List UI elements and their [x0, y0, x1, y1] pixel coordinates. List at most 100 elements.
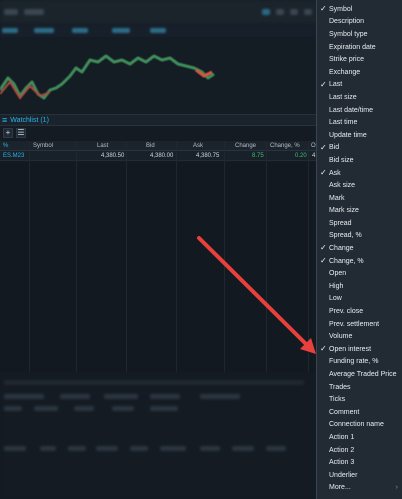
menu-item-expiration-date[interactable]: Expiration date — [317, 41, 402, 54]
menu-item-label: Comment — [329, 408, 360, 416]
menu-item-average-traded-price[interactable]: Average Traded Price — [317, 368, 402, 381]
menu-item-label: Funding rate, % — [329, 358, 379, 366]
column-header-change[interactable]: Change — [235, 142, 256, 150]
menu-item-change[interactable]: ✓ Change, % — [317, 255, 402, 268]
menu-item-action-2[interactable]: Action 2 — [317, 444, 402, 457]
watchlist-toolbar: + ☰ — [0, 126, 318, 140]
menu-item-bid[interactable]: ✓ Bid — [317, 142, 402, 155]
column-divider — [29, 141, 30, 372]
top-toolbar-blurred — [0, 0, 318, 24]
menu-item-connection-name[interactable]: Connection name — [317, 419, 402, 432]
menu-item-last-size[interactable]: Last size — [317, 91, 402, 104]
menu-item-strike-price[interactable]: Strike price — [317, 53, 402, 66]
checkmark-icon: ✓ — [320, 79, 327, 89]
row-last: 4,380.50 — [101, 153, 125, 159]
menu-item-open[interactable]: Open — [317, 267, 402, 280]
menu-item-label: Underlier — [329, 471, 358, 479]
menu-item-description[interactable]: Description — [317, 16, 402, 29]
menu-item-label: Last date/time — [329, 106, 373, 114]
column-header-symbol[interactable]: Symbol — [33, 142, 53, 150]
column-divider — [308, 141, 309, 372]
menu-item-action-3[interactable]: Action 3 — [317, 456, 402, 469]
menu-item-label: Change, % — [329, 257, 364, 265]
menu-item-label: Update time — [329, 131, 367, 139]
menu-item-spread[interactable]: Spread, % — [317, 230, 402, 243]
menu-item-prev-settlement[interactable]: Prev. settlement — [317, 318, 402, 331]
menu-item-ticks[interactable]: Ticks — [317, 393, 402, 406]
column-divider — [176, 141, 177, 372]
menu-item-funding-rate[interactable]: Funding rate, % — [317, 356, 402, 369]
column-header-last[interactable]: Last — [97, 142, 108, 150]
column-header-open[interactable]: O — [311, 142, 316, 150]
watchlist-table-header: % Symbol Last Bid Ask Change Change, % O — [0, 141, 318, 151]
chevron-right-icon: › — [395, 484, 398, 492]
menu-item-bid-size[interactable]: Bid size — [317, 154, 402, 167]
price-chart-blurred — [0, 38, 318, 114]
menu-item-label: Action 2 — [329, 446, 355, 454]
menu-item-ask[interactable]: ✓ Ask — [317, 167, 402, 180]
menu-item-last[interactable]: ✓ Last — [317, 79, 402, 92]
watchlist-icon: ≡ — [2, 114, 8, 125]
menu-item-symbol-type[interactable]: Symbol type — [317, 28, 402, 41]
menu-item-label: Ask — [329, 169, 341, 177]
menu-item-label: Average Traded Price — [329, 371, 397, 379]
menu-item-label: Strike price — [329, 56, 365, 64]
row-ask: 4,380.75 — [196, 153, 220, 159]
menu-item-label: Ask size — [329, 182, 356, 190]
menu-item-label: Action 3 — [329, 459, 355, 467]
menu-item-label: Open — [329, 270, 347, 278]
menu-item-more[interactable]: More... › — [317, 482, 402, 495]
table-row[interactable]: ES.M23 4,380.50 4,380.00 4,380.75 8.75 0… — [0, 151, 318, 161]
menu-item-label: Last time — [329, 119, 358, 127]
chart-candles-icon — [0, 54, 215, 100]
column-header-percent[interactable]: % — [3, 142, 8, 150]
menu-item-label: Volume — [329, 333, 353, 341]
menu-item-label: Ticks — [329, 396, 346, 404]
menu-item-label: Expiration date — [329, 43, 376, 51]
menu-item-label: Action 1 — [329, 433, 355, 441]
menu-item-change[interactable]: ✓ Change — [317, 242, 402, 255]
menu-item-label: Last — [329, 81, 343, 89]
column-header-bid[interactable]: Bid — [146, 142, 155, 150]
menu-item-label: Trades — [329, 383, 351, 391]
menu-item-label: Mark — [329, 194, 345, 202]
menu-item-label: Mark size — [329, 207, 359, 215]
list-settings-button[interactable]: ☰ — [16, 128, 26, 138]
menu-item-open-interest[interactable]: ✓ Open interest — [317, 343, 402, 356]
menu-item-trades[interactable]: Trades — [317, 381, 402, 394]
menu-item-label: Bid — [329, 144, 340, 152]
app-window: ≡ Watchlist (1) + ☰ % Symbol Last Bid As… — [0, 0, 402, 499]
menu-item-prev-close[interactable]: Prev. close — [317, 305, 402, 318]
ticker-strip-blurred — [0, 24, 318, 38]
watchlist-panel-header[interactable]: ≡ Watchlist (1) — [0, 114, 318, 126]
menu-item-low[interactable]: Low — [317, 293, 402, 306]
menu-item-update-time[interactable]: Update time — [317, 129, 402, 142]
menu-item-high[interactable]: High — [317, 280, 402, 293]
menu-item-label: Symbol — [329, 5, 353, 13]
menu-item-label: Change — [329, 245, 354, 253]
menu-item-spread[interactable]: Spread — [317, 217, 402, 230]
watchlist-empty-area — [0, 162, 318, 372]
menu-item-symbol[interactable]: ✓ Symbol — [317, 3, 402, 16]
menu-item-underlier[interactable]: Underlier — [317, 469, 402, 482]
menu-item-last-time[interactable]: Last time — [317, 116, 402, 129]
add-symbol-button[interactable]: + — [3, 128, 13, 138]
menu-item-action-1[interactable]: Action 1 — [317, 431, 402, 444]
menu-item-label: Connection name — [329, 421, 384, 429]
menu-item-volume[interactable]: Volume — [317, 330, 402, 343]
menu-item-mark[interactable]: Mark — [317, 192, 402, 205]
checkmark-icon: ✓ — [320, 4, 327, 13]
menu-item-label: Spread — [329, 219, 352, 227]
menu-item-exchange[interactable]: Exchange — [317, 66, 402, 79]
menu-item-label: Open interest — [329, 345, 372, 353]
menu-item-label: Exchange — [329, 68, 361, 76]
menu-item-ask-size[interactable]: Ask size — [317, 179, 402, 192]
menu-item-mark-size[interactable]: Mark size — [317, 205, 402, 218]
bottom-panel-blurred — [0, 372, 318, 499]
menu-item-last-date-time[interactable]: Last date/time — [317, 104, 402, 117]
menu-item-label: Description — [329, 18, 365, 26]
menu-item-comment[interactable]: Comment — [317, 406, 402, 419]
checkmark-icon: ✓ — [320, 255, 327, 265]
column-header-change-pct[interactable]: Change, % — [270, 142, 300, 150]
column-header-ask[interactable]: Ask — [193, 142, 203, 150]
